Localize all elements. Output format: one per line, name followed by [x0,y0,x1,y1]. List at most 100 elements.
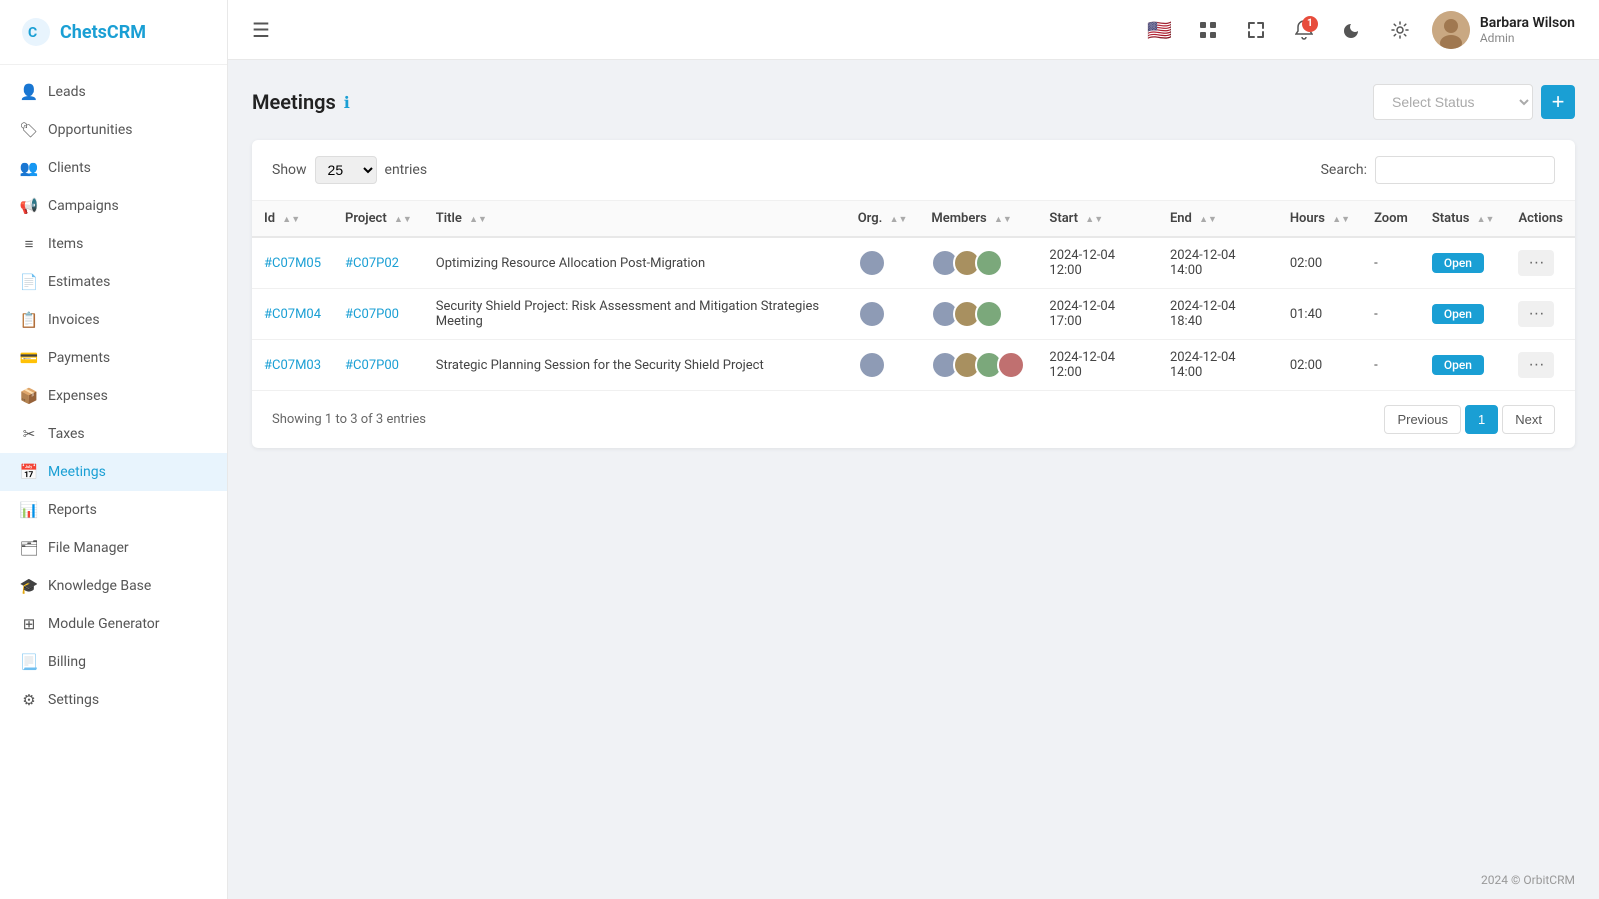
col-id[interactable]: Id ▲▼ [252,201,333,237]
meeting-actions: ··· [1506,340,1575,391]
items-icon: ≡ [20,235,38,253]
pagination: Previous 1 Next [1384,405,1555,434]
meeting-org [846,237,920,289]
sidebar-item-expenses[interactable]: 📦Expenses [0,377,227,415]
sidebar-item-payments[interactable]: 💳 Payments [0,339,227,377]
sidebar-item-invoices[interactable]: 📋Invoices [0,301,227,339]
showing-text: Showing 1 to 3 of 3 entries [272,412,426,427]
avatar-group [931,351,1025,379]
meeting-zoom: - [1362,289,1420,340]
avatar-group [858,300,908,328]
sidebar-item-billing[interactable]: 📃Billing [0,643,227,681]
status-filter[interactable]: Select Status Open Closed [1373,84,1533,120]
col-org[interactable]: Org. ▲▼ [846,201,920,237]
col-project[interactable]: Project ▲▼ [333,201,424,237]
reports-icon: 📊 [20,501,38,519]
col-members[interactable]: Members ▲▼ [919,201,1037,237]
grid-icon[interactable] [1192,14,1224,46]
col-end[interactable]: End ▲▼ [1158,201,1278,237]
avatar [1432,11,1470,49]
sidebar-item-label: Meetings [48,464,106,480]
sidebar-item-meetings[interactable]: 📅Meetings [0,453,227,491]
meeting-status: Open [1420,237,1507,289]
settings-icon[interactable] [1384,14,1416,46]
logo[interactable]: C ChetsCRM [0,0,227,65]
avatar-circle [975,300,1003,328]
action-menu-button[interactable]: ··· [1518,250,1554,276]
search-input[interactable] [1375,156,1555,184]
action-menu-button[interactable]: ··· [1518,301,1554,327]
sidebar-item-reports[interactable]: 📊 Reports [0,491,227,529]
meeting-zoom: - [1362,237,1420,289]
app-name: ChetsCRM [60,22,146,43]
col-start[interactable]: Start ▲▼ [1037,201,1158,237]
meeting-project: #C07P02 [333,237,424,289]
sidebar-item-estimates[interactable]: 📄Estimates [0,263,227,301]
meeting-end: 2024-12-04 18:40 [1158,289,1278,340]
meeting-title: Optimizing Resource Allocation Post-Migr… [424,237,846,289]
sidebar-item-label: Clients [48,160,91,176]
meeting-hours: 02:00 [1278,340,1362,391]
meeting-hours: 01:40 [1278,289,1362,340]
flag-icon[interactable]: 🇺🇸 [1144,14,1176,46]
sidebar-item-settings[interactable]: ⚙Settings [0,681,227,719]
sidebar-item-opportunities[interactable]: 🏷Opportunities [0,111,227,149]
sidebar-item-label: Opportunities [48,122,133,138]
leads-icon: 👤 [20,83,38,101]
entries-per-page-select[interactable]: 25 10 50 100 [315,156,377,184]
info-icon[interactable]: ℹ [344,93,350,112]
meeting-start: 2024-12-04 12:00 [1037,340,1158,391]
meeting-actions: ··· [1506,289,1575,340]
sidebar-item-module-generator[interactable]: ⊞Module Generator [0,605,227,643]
sidebar-item-label: Reports [48,502,97,518]
col-title[interactable]: Title ▲▼ [424,201,846,237]
page-title: Meetings [252,90,336,114]
sidebar-item-taxes[interactable]: ✂Taxes [0,415,227,453]
page-1-button[interactable]: 1 [1465,405,1498,434]
meeting-members [919,289,1037,340]
sidebar-item-items[interactable]: ≡ Items [0,225,227,263]
action-menu-button[interactable]: ··· [1518,352,1554,378]
avatar-circle [975,249,1003,277]
previous-button[interactable]: Previous [1384,405,1461,434]
table-row: #C07M04 #C07P00 Security Shield Project:… [252,289,1575,340]
sidebar-item-label: Module Generator [48,616,160,632]
sidebar-item-label: Items [48,236,83,252]
avatar-group [931,300,1025,328]
page-title-wrap: Meetings ℹ [252,90,350,114]
svg-text:C: C [28,25,37,41]
meeting-zoom: - [1362,340,1420,391]
billing-icon: 📃 [20,653,38,671]
next-button[interactable]: Next [1502,405,1555,434]
col-hours[interactable]: Hours ▲▼ [1278,201,1362,237]
sidebar-item-campaigns[interactable]: 📢Campaigns [0,187,227,225]
meeting-project: #C07P00 [333,289,424,340]
sidebar-item-label: Invoices [48,312,100,328]
header: ☰ 🇺🇸 [228,0,1599,60]
header-left: ☰ [252,18,270,42]
user-info[interactable]: Barbara Wilson Admin [1432,11,1575,49]
fullscreen-icon[interactable] [1240,14,1272,46]
meeting-start: 2024-12-04 12:00 [1037,237,1158,289]
search-wrap: Search: [1321,156,1555,184]
file-manager-icon: 🗂 [20,539,38,557]
notification-icon[interactable]: 1 [1288,14,1320,46]
sidebar-item-label: Payments [48,350,110,366]
avatar-circle [858,300,886,328]
settings-icon: ⚙ [20,691,38,709]
add-meeting-button[interactable]: + [1541,85,1575,119]
sidebar-item-clients[interactable]: 👥 Clients [0,149,227,187]
col-status[interactable]: Status ▲▼ [1420,201,1507,237]
dark-mode-icon[interactable] [1336,14,1368,46]
meeting-start: 2024-12-04 17:00 [1037,289,1158,340]
logo-icon: C [20,16,52,48]
avatar-circle [858,351,886,379]
hamburger-icon[interactable]: ☰ [252,18,270,42]
sidebar-item-file-manager[interactable]: 🗂File Manager [0,529,227,567]
table-header: Id ▲▼ Project ▲▼ Title ▲▼ Org. ▲▼ Member… [252,201,1575,237]
sidebar-item-knowledge-base[interactable]: 🎓Knowledge Base [0,567,227,605]
sidebar-item-label: Campaigns [48,198,119,214]
clients-icon: 👥 [20,159,38,177]
payments-icon: 💳 [20,349,38,367]
sidebar-item-leads[interactable]: 👤Leads [0,73,227,111]
